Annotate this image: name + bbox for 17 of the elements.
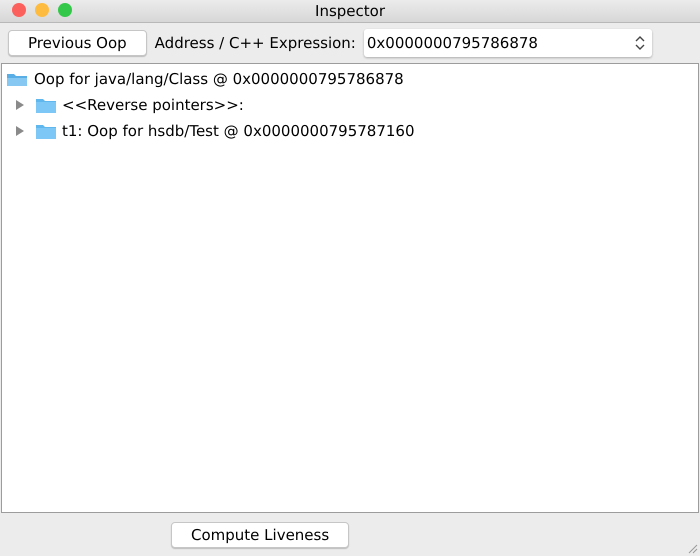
zoom-button[interactable] (58, 3, 72, 17)
address-label: Address / C++ Expression: (154, 34, 356, 52)
expand-arrow-icon[interactable] (16, 126, 24, 136)
window-title: Inspector (315, 2, 385, 20)
resize-grip-icon[interactable] (688, 544, 698, 554)
expand-arrow-icon[interactable] (16, 100, 24, 110)
close-button[interactable] (12, 3, 26, 17)
tree-node-label[interactable]: Oop for java/lang/Class @ 0x0000000795786878 (34, 70, 404, 88)
address-field[interactable]: 0x0000000795786878 (364, 29, 652, 57)
minimize-button[interactable] (35, 3, 49, 17)
folder-icon (36, 123, 56, 139)
tree-node-label[interactable]: t1: Oop for hsdb/Test @ 0x0000000795787160 (62, 122, 415, 140)
previous-oop-button[interactable]: Previous Oop (8, 30, 147, 56)
tree-node-label[interactable]: <<Reverse pointers>>: (62, 96, 244, 114)
compute-liveness-button[interactable]: Compute Liveness (171, 522, 350, 548)
stepper-icon[interactable] (634, 35, 646, 51)
folder-icon (36, 97, 56, 113)
